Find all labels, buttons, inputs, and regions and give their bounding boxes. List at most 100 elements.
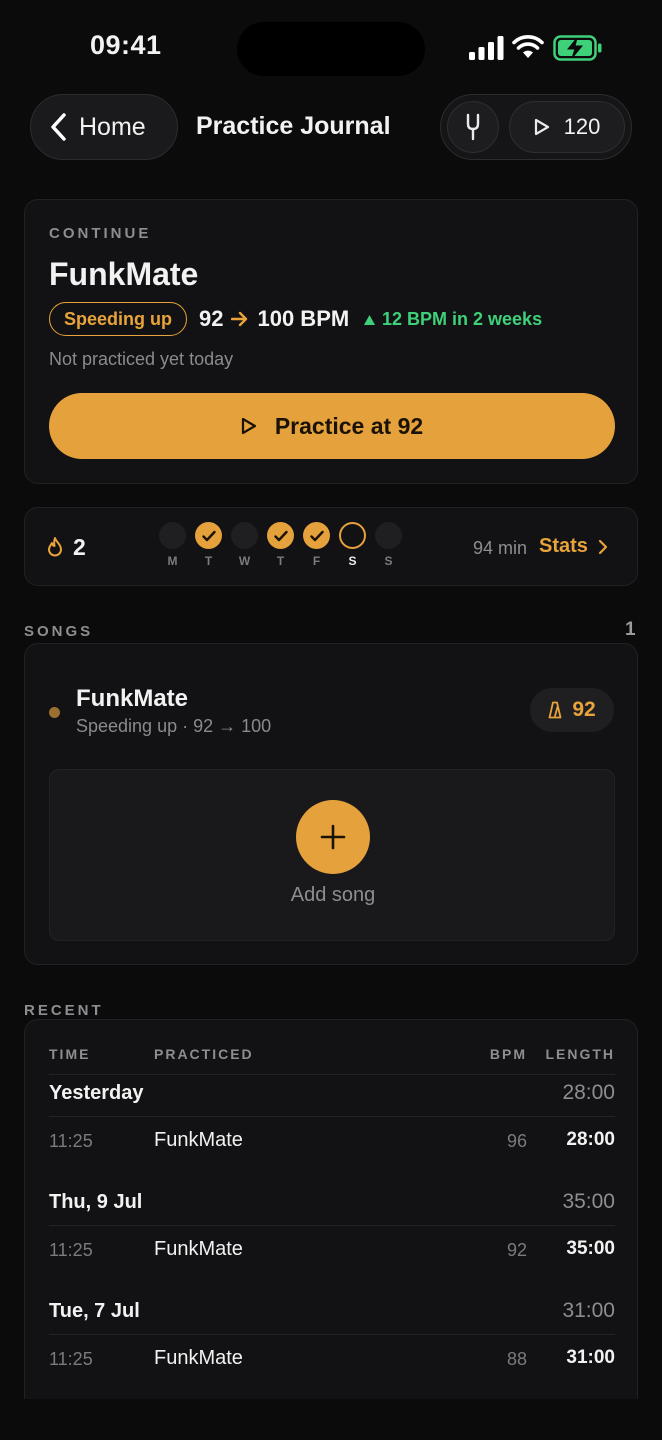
group-date: Tue, 7 Jul [49, 1300, 140, 1322]
group-total: 35:00 [562, 1190, 615, 1213]
metronome-play-button[interactable]: 120 [509, 101, 625, 153]
trend-text: 12 BPM in 2 weeks [382, 309, 543, 329]
bpm-range: 92 100 BPM [199, 306, 349, 332]
session-length: 31:00 [566, 1347, 615, 1368]
check-icon [309, 530, 324, 541]
song-bpm-value: 92 [572, 698, 596, 721]
session-bpm: 96 [506, 1131, 527, 1151]
check-icon [273, 530, 288, 541]
wifi-icon [512, 35, 544, 58]
practice-button-label: Practice at 92 [274, 412, 424, 439]
add-song-tile[interactable]: Add song [49, 769, 615, 941]
status-time: 09:41 [90, 30, 162, 60]
chevron-right-icon [598, 539, 608, 554]
day-empty-dot [159, 522, 186, 549]
day-1: T [195, 522, 222, 568]
day-3: T [267, 522, 294, 568]
weekly-minutes: 94 min [473, 538, 528, 558]
session-time: 11:25 [49, 1349, 93, 1369]
session-time: 11:25 [49, 1240, 93, 1260]
week-tracker: MTWTFSS [159, 522, 402, 568]
day-label: T [204, 554, 213, 568]
song-status-dot [49, 707, 60, 718]
tuner-button[interactable] [447, 101, 499, 153]
day-5: S [339, 522, 366, 568]
column-practiced: PRACTICED [154, 1046, 254, 1062]
recent-card: TIME PRACTICED BPM LENGTH Yesterday 28:00… [24, 1019, 638, 1399]
header-tools: 120 [440, 94, 632, 160]
practice-note: Not practiced yet today [49, 349, 234, 369]
add-song-label: Add song [290, 884, 376, 906]
stats-link-label: Stats [539, 535, 588, 557]
song-subtitle: Speeding up · 92 → 100 [76, 716, 272, 736]
play-icon [241, 417, 256, 435]
day-6: S [375, 522, 402, 568]
day-2: W [231, 522, 258, 568]
play-icon [534, 118, 549, 136]
battery-charging-icon [553, 35, 602, 61]
day-done-dot [195, 522, 222, 549]
session-song: FunkMate [154, 1238, 243, 1260]
recent-table: TIME PRACTICED BPM LENGTH Yesterday 28:00… [49, 1020, 615, 1402]
day-4: F [303, 522, 330, 568]
songs-card: FunkMate Speeding up · 92 → 100 92 Add s… [24, 643, 638, 965]
table-row[interactable]: 11:25 FunkMate 92 35:00 [49, 1226, 615, 1293]
triangle-up-icon [364, 314, 375, 325]
day-done-dot [303, 522, 330, 549]
song-bpm-badge[interactable]: 92 [530, 688, 614, 732]
songs-count: 1 [625, 619, 636, 640]
group-date: Yesterday [49, 1082, 144, 1104]
session-length: 28:00 [566, 1129, 615, 1150]
day-group-header: Yesterday 28:00 [49, 1075, 615, 1117]
dynamic-island [237, 22, 425, 76]
table-row[interactable]: 11:25 FunkMate 96 28:00 [49, 1117, 615, 1184]
day-label: S [384, 554, 393, 568]
continue-song-title: FunkMate [49, 256, 199, 292]
group-total: 31:00 [562, 1299, 615, 1322]
day-empty-dot [375, 522, 402, 549]
day-0: M [159, 522, 186, 568]
group-total: 28:00 [562, 1081, 615, 1104]
day-label: W [238, 554, 251, 568]
status-chip: Speeding up [49, 302, 187, 336]
table-row[interactable]: 11:25 FunkMate 88 31:00 [49, 1335, 615, 1402]
streak-count: 2 [73, 534, 86, 560]
day-today-dot [339, 522, 366, 549]
chevron-left-icon [51, 113, 66, 141]
tempo-value: 120 [563, 114, 601, 139]
column-bpm: BPM [489, 1046, 527, 1062]
bpm-to: 100 BPM [257, 306, 350, 331]
continue-eyebrow: CONTINUE [49, 225, 152, 242]
day-label: T [276, 554, 285, 568]
session-song: FunkMate [154, 1347, 243, 1369]
group-date: Thu, 9 Jul [49, 1191, 143, 1213]
stats-link[interactable]: Stats [539, 535, 608, 558]
add-song-button[interactable] [296, 800, 370, 874]
session-song: FunkMate [154, 1129, 243, 1151]
song-title: FunkMate [76, 685, 189, 712]
session-length: 35:00 [566, 1238, 615, 1259]
day-label: S [348, 554, 357, 568]
column-time: TIME [49, 1046, 91, 1062]
tuning-fork-icon [466, 113, 480, 141]
back-button[interactable]: Home [30, 94, 178, 160]
trend-indicator: 12 BPM in 2 weeks [363, 309, 542, 330]
practice-button[interactable]: Practice at 92 [49, 393, 615, 459]
songs-eyebrow: SONGS [24, 623, 94, 640]
recent-eyebrow: RECENT [24, 1002, 104, 1019]
song-row[interactable]: FunkMate Speeding up · 92 → 100 92 [25, 674, 639, 744]
day-label: M [167, 554, 178, 568]
session-time: 11:25 [49, 1131, 93, 1151]
continue-card: CONTINUE FunkMate Speeding up 92 100 BPM… [24, 199, 638, 484]
day-done-dot [267, 522, 294, 549]
column-length: LENGTH [545, 1046, 615, 1062]
streak-card: 2 M T W T F S S 94 min Stats [24, 507, 638, 586]
back-button-label: Home [79, 112, 146, 141]
table-header: TIME PRACTICED BPM LENGTH [49, 1020, 615, 1075]
status-bar: 09:41 [0, 0, 662, 96]
flame-icon [48, 537, 62, 557]
day-group-header: Tue, 7 Jul 31:00 [49, 1293, 615, 1335]
check-icon [201, 530, 216, 541]
page-title: Practice Journal [196, 112, 391, 140]
plus-icon [320, 824, 346, 850]
